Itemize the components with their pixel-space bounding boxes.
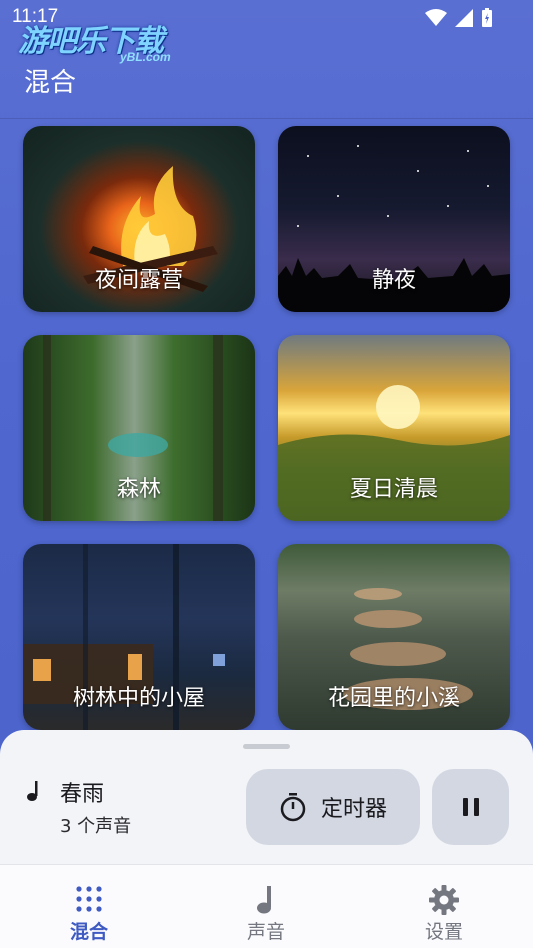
nav-item-settings[interactable]: 设置 xyxy=(374,865,514,948)
bottom-nav: 混合 声音 设置 xyxy=(0,864,533,948)
watermark-logo: 游吧乐下载 yBL.com xyxy=(18,16,188,66)
nav-label: 设置 xyxy=(424,921,463,943)
mix-card-cabin[interactable]: 树林中的小屋 xyxy=(23,544,255,730)
mix-label: 夏日清晨 xyxy=(349,477,438,502)
pause-icon xyxy=(462,798,479,816)
grid-dots-icon xyxy=(76,886,102,912)
mix-label: 静夜 xyxy=(371,268,416,293)
gear-icon xyxy=(429,885,459,915)
timer-label: 定时器 xyxy=(320,797,387,822)
status-icons xyxy=(425,8,493,28)
timer-icon xyxy=(280,793,306,822)
nav-item-mix[interactable]: 混合 xyxy=(19,865,159,948)
nav-label: 混合 xyxy=(69,921,108,943)
header-divider xyxy=(0,118,533,119)
now-playing-title: 春雨 xyxy=(60,782,105,807)
signal-icon xyxy=(455,9,473,27)
mix-card-campfire[interactable]: 夜间露营 xyxy=(23,126,255,312)
wifi-icon xyxy=(425,9,447,26)
pause-button[interactable] xyxy=(432,769,509,845)
mix-card-summer-morning[interactable]: 夏日清晨 xyxy=(278,335,510,521)
mix-card-quiet-night[interactable]: 静夜 xyxy=(278,126,510,312)
battery-icon xyxy=(482,8,492,27)
drag-handle[interactable] xyxy=(243,744,290,749)
now-playing-subtitle: 3 个声音 xyxy=(60,816,132,837)
music-note-icon xyxy=(257,886,271,914)
music-note-icon xyxy=(27,781,38,801)
page-title: 混合 xyxy=(24,68,77,98)
mix-label: 森林 xyxy=(116,477,161,502)
nav-item-sounds[interactable]: 声音 xyxy=(196,865,336,948)
mix-card-forest[interactable]: 森林 xyxy=(23,335,255,521)
mix-label: 树林中的小屋 xyxy=(72,686,205,711)
mix-label: 夜间露营 xyxy=(94,268,183,293)
timer-button[interactable]: 定时器 xyxy=(246,769,420,845)
watermark-sub: yBL.com xyxy=(120,50,171,64)
now-playing-sheet[interactable]: 春雨 3 个声音 定时器 xyxy=(0,730,533,870)
nav-label: 声音 xyxy=(246,921,285,943)
mix-label: 花园里的小溪 xyxy=(327,686,460,711)
mix-card-garden-stream[interactable]: 花园里的小溪 xyxy=(278,544,510,730)
